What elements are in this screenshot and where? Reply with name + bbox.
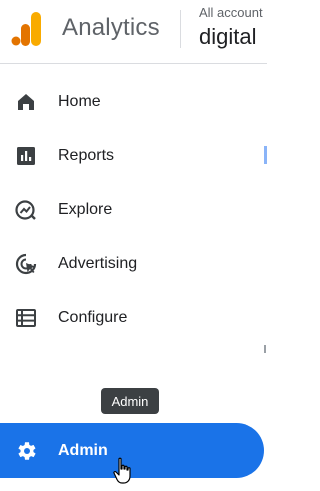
account-name[interactable]: digital — [199, 24, 256, 50]
admin-tooltip: Admin — [101, 388, 159, 414]
brand-name: Analytics — [62, 14, 160, 41]
nav-label-admin: Admin — [58, 442, 108, 459]
nav-item-home[interactable]: Home — [0, 80, 262, 124]
nav-item-advertising[interactable]: Advertising — [0, 242, 262, 286]
explore-icon — [15, 200, 36, 220]
nav-label-home: Home — [58, 93, 101, 110]
content-edge-marker — [264, 345, 266, 353]
nav-item-reports[interactable]: Reports — [0, 134, 262, 178]
nav-item-configure[interactable]: Configure — [0, 296, 262, 340]
reports-icon — [17, 147, 35, 165]
nav-item-explore[interactable]: Explore — [0, 188, 262, 232]
nav-label-advertising: Advertising — [58, 255, 138, 272]
home-icon — [18, 94, 34, 110]
header-divider — [180, 10, 181, 48]
gear-icon — [18, 442, 36, 460]
hand-pointer-icon — [113, 457, 131, 484]
nav-label-configure: Configure — [58, 309, 128, 326]
nav-label-reports: Reports — [58, 147, 115, 164]
app-header: Analytics All account digital — [0, 0, 267, 64]
content-edge-marker — [264, 146, 267, 164]
configure-icon — [16, 309, 36, 327]
nav-label-explore: Explore — [58, 201, 113, 218]
analytics-logo-icon[interactable] — [11, 12, 43, 48]
advertising-icon — [15, 253, 37, 275]
account-label[interactable]: All account — [199, 5, 263, 20]
